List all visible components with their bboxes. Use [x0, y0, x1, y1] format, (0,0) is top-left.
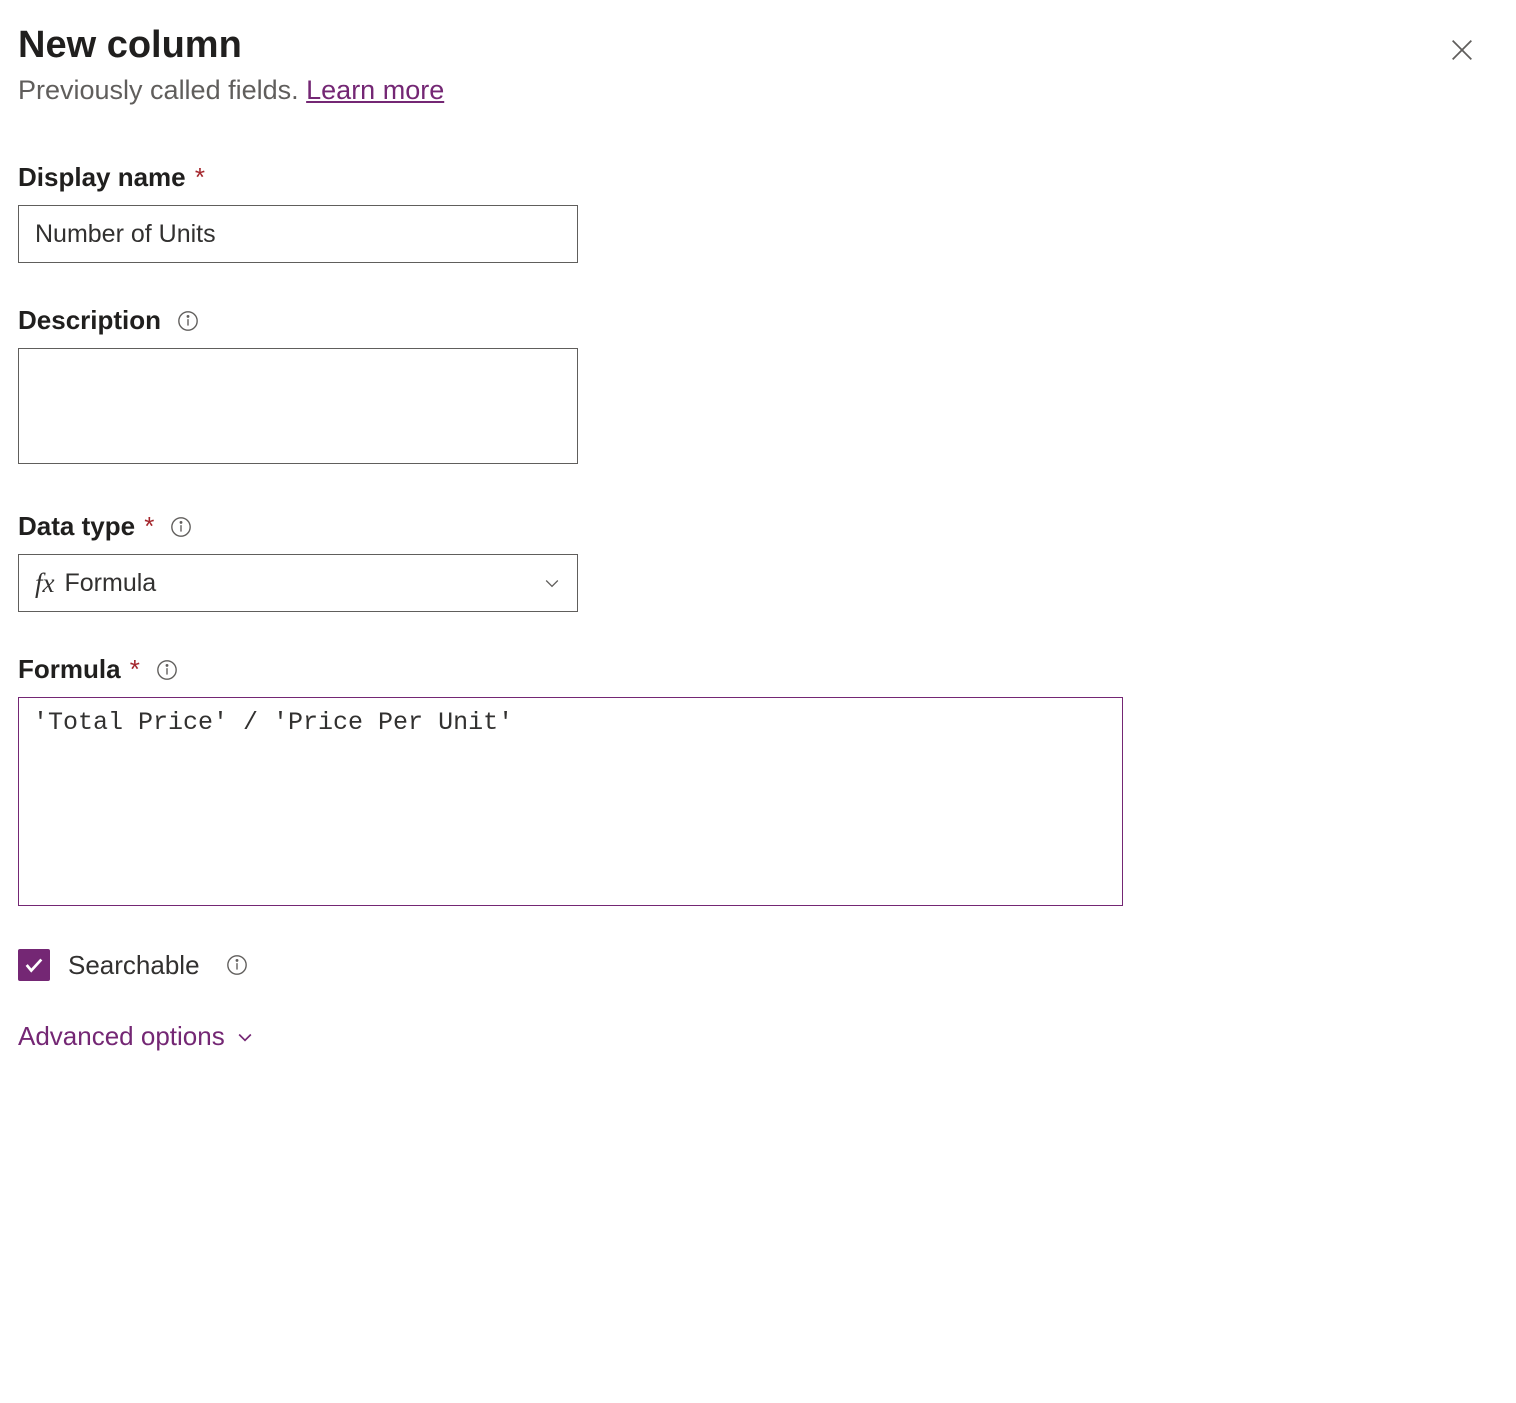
fx-icon: fx [35, 568, 55, 599]
info-icon[interactable] [226, 954, 248, 976]
subtitle-prefix: Previously called fields. [18, 75, 306, 105]
chevron-down-icon [542, 573, 562, 593]
searchable-checkbox[interactable] [18, 949, 50, 981]
searchable-label: Searchable [68, 950, 200, 981]
description-label: Description [18, 305, 1492, 336]
formula-label: Formula * [18, 654, 1492, 685]
info-icon[interactable] [156, 659, 178, 681]
display-name-input[interactable] [18, 205, 578, 263]
info-icon[interactable] [170, 516, 192, 538]
description-input[interactable] [18, 348, 578, 464]
page-title: New column [18, 24, 444, 67]
required-asterisk: * [123, 654, 140, 684]
learn-more-link[interactable]: Learn more [306, 75, 444, 105]
data-type-select[interactable]: fx Formula [18, 554, 578, 612]
data-type-label: Data type * [18, 511, 1492, 542]
checkmark-icon [23, 954, 45, 976]
close-icon [1448, 36, 1476, 64]
formula-group: Formula * 'Total Price' / 'Price Per Uni… [18, 654, 1492, 911]
required-asterisk: * [137, 511, 154, 541]
subtitle: Previously called fields. Learn more [18, 75, 444, 106]
display-name-label: Display name * [18, 162, 1492, 193]
description-group: Description [18, 305, 1492, 469]
data-type-value: Formula [65, 569, 157, 598]
formula-input[interactable]: 'Total Price' / 'Price Per Unit' [18, 697, 1123, 906]
searchable-checkbox-row: Searchable [18, 949, 1492, 981]
close-button[interactable] [1440, 28, 1484, 75]
required-asterisk: * [188, 162, 205, 192]
data-type-group: Data type * fx Formula [18, 511, 1492, 612]
display-name-group: Display name * [18, 162, 1492, 263]
info-icon[interactable] [177, 310, 199, 332]
advanced-options-label: Advanced options [18, 1021, 225, 1052]
advanced-options-toggle[interactable]: Advanced options [18, 1021, 1492, 1052]
chevron-down-icon [235, 1027, 255, 1047]
